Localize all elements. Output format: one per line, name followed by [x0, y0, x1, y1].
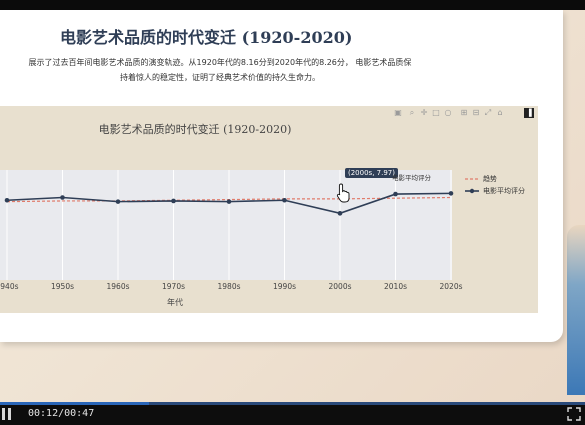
data-point[interactable] — [171, 198, 176, 204]
data-point[interactable] — [60, 195, 65, 200]
legend-item-trend[interactable]: 趋势 — [483, 174, 497, 184]
progress-fill — [0, 402, 150, 405]
x-axis-label: 年代 — [167, 298, 183, 307]
x-tick-label: 1970s — [162, 282, 185, 291]
pause-icon[interactable] — [2, 408, 14, 420]
video-controls: 00:12/00:47 — [0, 402, 585, 425]
x-tick-label: 2010s — [384, 282, 407, 291]
hover-tooltip: (2000s, 7.97) — [345, 168, 398, 178]
data-point[interactable] — [226, 199, 232, 204]
background-decoration — [567, 225, 585, 395]
x-tick-label: 1960s — [106, 282, 130, 291]
video-frame: 电影艺术品质的时代变迁 (1920-2020) 展示了过去百年间电影艺术品质的演… — [0, 10, 585, 402]
x-tick-label: 2020s — [439, 282, 463, 291]
legend-item-avg-rating[interactable]: 电影平均评分 — [483, 186, 525, 196]
data-point[interactable] — [282, 197, 287, 203]
hover-series-label: 电影平均评分 — [392, 174, 431, 182]
x-tick-label: 1980s — [217, 282, 241, 291]
content-card: 电影艺术品质的时代变迁 (1920-2020) 展示了过去百年间电影艺术品质的演… — [0, 10, 563, 342]
data-point[interactable] — [448, 191, 454, 196]
x-tick-label: 2000s — [328, 282, 352, 291]
x-tick-label: 1940s — [0, 282, 19, 291]
data-point[interactable] — [115, 199, 121, 204]
hand-cursor-icon — [336, 183, 350, 203]
legend-swatches — [465, 178, 479, 194]
x-tick-label: 1950s — [51, 282, 74, 291]
progress-bar[interactable] — [0, 402, 585, 405]
data-point[interactable] — [337, 211, 343, 216]
data-point[interactable] — [4, 197, 10, 203]
x-tick-label: 1990s — [273, 282, 296, 291]
data-point[interactable] — [393, 191, 398, 197]
fullscreen-icon[interactable] — [567, 407, 581, 421]
time-display: 00:12/00:47 — [28, 408, 95, 419]
top-bar — [0, 0, 585, 10]
